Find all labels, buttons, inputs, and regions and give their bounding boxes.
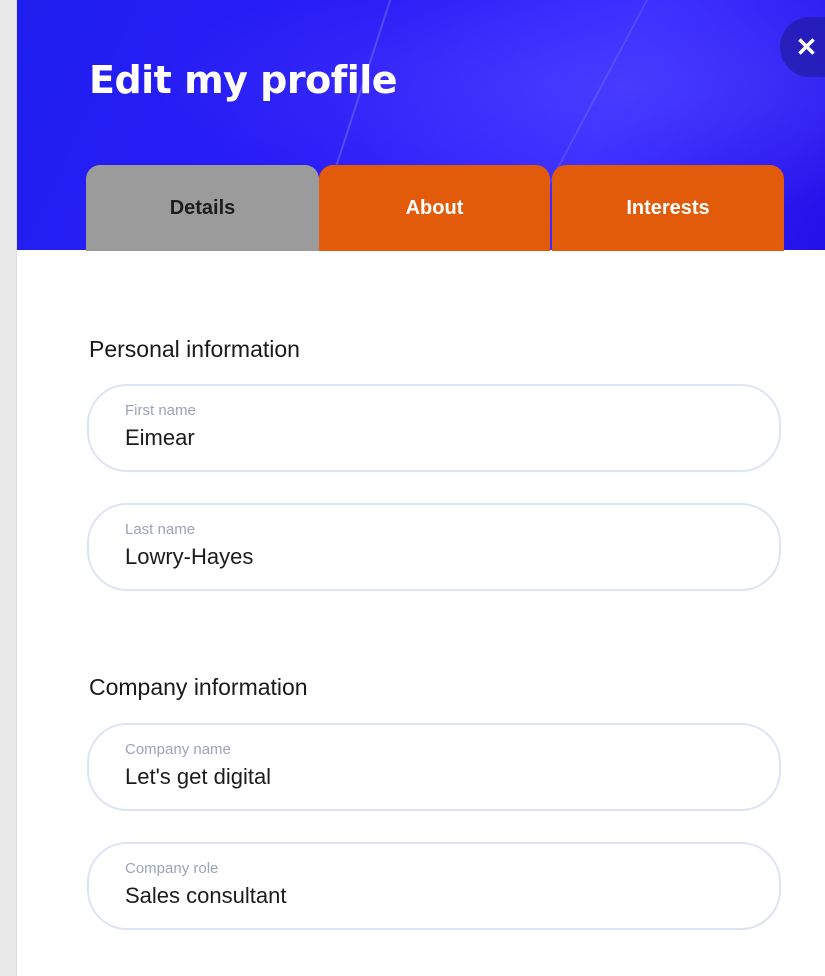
tab-interests[interactable]: Interests (552, 165, 784, 251)
page-title: Edit my profile (89, 58, 398, 102)
company-role-label: Company role (125, 860, 219, 877)
edit-profile-panel: Edit my profile ✕ Details About Interest… (0, 0, 825, 976)
company-name-field[interactable]: Company name (87, 723, 781, 811)
company-role-input[interactable] (125, 883, 725, 909)
left-page-edge (0, 0, 17, 976)
company-information-heading: Company information (89, 674, 308, 700)
company-name-input[interactable] (125, 764, 725, 790)
tab-details-label: Details (169, 196, 236, 219)
tab-details[interactable]: Details (86, 165, 319, 251)
tab-interests-label: Interests (626, 196, 710, 219)
personal-information-heading: Personal information (89, 336, 300, 362)
last-name-label: Last name (125, 521, 196, 538)
last-name-input[interactable] (125, 544, 725, 570)
first-name-field[interactable]: First name (87, 384, 781, 472)
last-name-field[interactable]: Last name (87, 503, 781, 591)
company-role-field[interactable]: Company role (87, 842, 781, 930)
tab-about-label: About (405, 196, 464, 219)
tab-about[interactable]: About (319, 165, 550, 251)
first-name-label: First name (125, 402, 196, 419)
company-name-label: Company name (125, 741, 231, 758)
close-icon: ✕ (795, 31, 818, 62)
first-name-input[interactable] (125, 425, 725, 451)
